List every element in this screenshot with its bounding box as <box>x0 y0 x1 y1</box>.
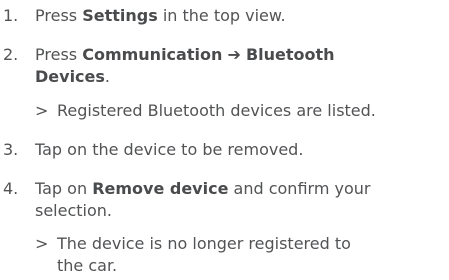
result-text: the car. <box>57 256 118 275</box>
result-text: Registered Bluetooth devices are listed. <box>57 101 376 120</box>
step-number: 4. <box>3 179 19 198</box>
step-text: Press Communication ➔ Bluetooth <box>35 45 335 64</box>
menu-item-devices: Devices <box>35 67 105 86</box>
step-text: selection. <box>35 201 112 220</box>
menu-item-communication: Communication <box>82 45 223 64</box>
menu-item-settings: Settings <box>82 6 158 25</box>
result-chevron-icon: > <box>35 101 49 120</box>
step-text: Tap on Remove device and confirm your <box>35 179 371 198</box>
result-text: The device is no longer registered to <box>57 234 351 253</box>
step-number: 2. <box>3 45 19 64</box>
step-text: Devices. <box>35 67 110 86</box>
arrow-right-icon: ➔ <box>227 45 241 64</box>
menu-item-remove-device: Remove device <box>92 179 229 198</box>
menu-item-bluetooth: Bluetooth <box>245 45 335 64</box>
result-chevron-icon: > <box>35 234 49 253</box>
step-text: Tap on the device to be removed. <box>35 140 304 159</box>
step-text: Press Settings in the top view. <box>35 6 286 25</box>
step-number: 1. <box>3 6 19 25</box>
step-number: 3. <box>3 140 19 159</box>
